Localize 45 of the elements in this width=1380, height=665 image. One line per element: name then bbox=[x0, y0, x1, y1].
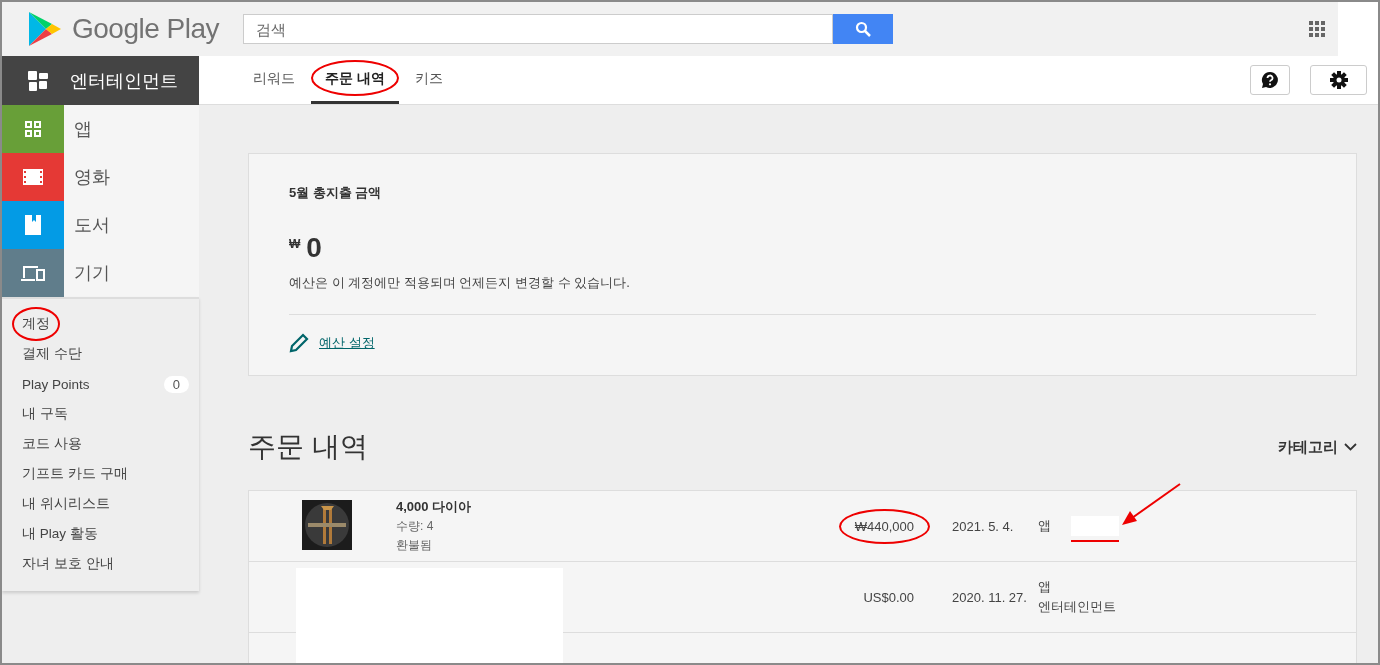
order-date: 2020. 11. 27. bbox=[952, 589, 1027, 605]
category-item[interactable]: 도서 bbox=[2, 201, 199, 249]
chevron-down-icon bbox=[1344, 443, 1357, 451]
order-category: 엔터테인먼트 bbox=[1038, 598, 1116, 616]
category-item[interactable]: 기기 bbox=[2, 249, 199, 297]
order-category: 앱 bbox=[1038, 578, 1051, 596]
category-item[interactable]: 앱 bbox=[2, 105, 199, 153]
price: ₩440,000 bbox=[838, 508, 930, 544]
play-logo-icon bbox=[28, 11, 62, 47]
brand-name[interactable]: Google Play bbox=[72, 13, 220, 45]
grid-icon bbox=[25, 121, 41, 137]
currency-symbol: ₩ bbox=[289, 237, 301, 251]
points-badge: 0 bbox=[163, 375, 189, 393]
search-button[interactable] bbox=[833, 14, 893, 44]
devices-icon bbox=[21, 265, 45, 281]
tab[interactable]: 키즈 bbox=[400, 56, 457, 104]
section-title: 엔터테인먼트 bbox=[70, 69, 178, 93]
quantity: 수량: 4 bbox=[396, 518, 435, 535]
settings-button[interactable] bbox=[1310, 65, 1367, 95]
underline-mark bbox=[1071, 540, 1119, 542]
category-item[interactable]: 영화 bbox=[2, 153, 199, 201]
film-icon bbox=[23, 169, 43, 185]
sidebar-link[interactable]: 계정 bbox=[12, 307, 60, 341]
entertainment-icon bbox=[28, 70, 48, 91]
order-status: 환불됨 bbox=[396, 537, 433, 554]
help-button[interactable] bbox=[1250, 65, 1290, 95]
budget-title: 5월 총지출 금액 bbox=[289, 184, 383, 202]
tab[interactable]: 리워드 bbox=[239, 56, 309, 104]
budget-note: 예산은 이 계정에만 적용되며 언제든지 변경할 수 있습니다. bbox=[289, 274, 631, 292]
price: US$0.00 bbox=[862, 588, 915, 607]
budget-amount: 0 bbox=[306, 232, 322, 264]
apps-grid-icon[interactable] bbox=[1309, 21, 1325, 37]
product-name: 4,000 다이아 bbox=[396, 498, 473, 516]
order-date: 2021. 5. 4. bbox=[952, 518, 1014, 534]
settings-icon bbox=[1329, 71, 1348, 89]
order-category: 앱 bbox=[1038, 517, 1051, 535]
budget-link[interactable]: 예산 설정 bbox=[319, 334, 375, 352]
sidebar-link[interactable]: Play Points bbox=[12, 368, 100, 400]
category-dropdown[interactable]: 카테고리 bbox=[1278, 437, 1357, 457]
orders-title: 주문 내역 bbox=[248, 430, 368, 464]
search-icon bbox=[855, 21, 871, 37]
book-icon bbox=[25, 215, 41, 235]
search-field[interactable]: 검색 bbox=[243, 14, 833, 44]
help-icon bbox=[1261, 71, 1279, 89]
pencil-icon bbox=[289, 333, 309, 353]
